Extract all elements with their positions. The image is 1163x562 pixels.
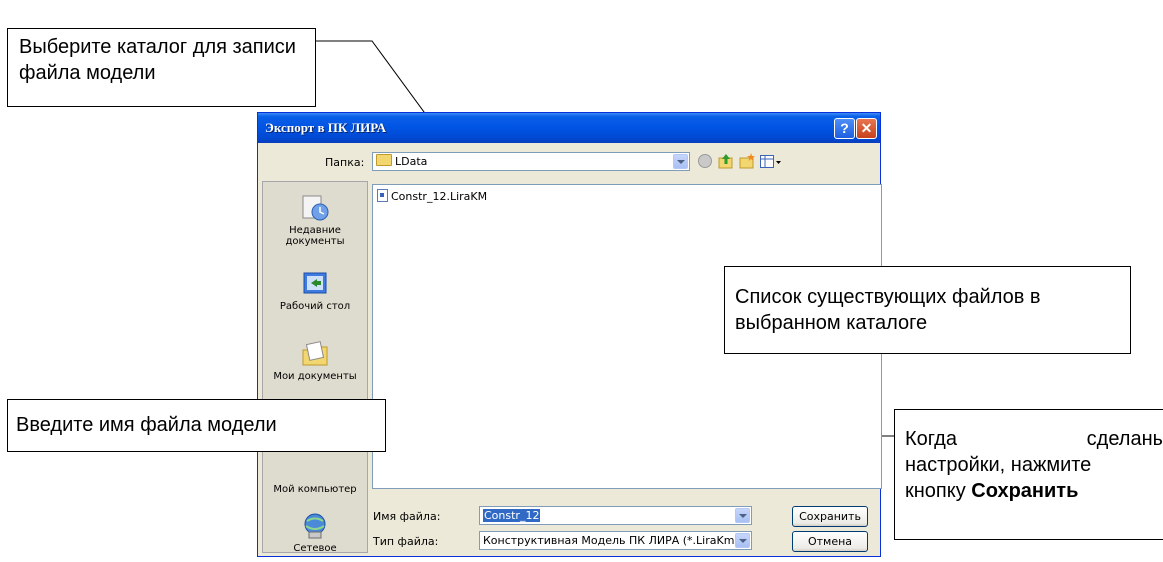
callout-enter-filename-text: Введите имя файла модели bbox=[16, 414, 277, 436]
place-label: Рабочий стол bbox=[279, 301, 351, 312]
up-folder-icon[interactable] bbox=[718, 153, 734, 169]
callout-choose-folder: Выберите каталог для записи файла модели bbox=[7, 28, 316, 107]
cancel-button[interactable]: Отмена bbox=[792, 531, 868, 552]
filename-label: Имя файла: bbox=[373, 510, 441, 523]
place-my-documents[interactable]: Мои документы bbox=[263, 340, 367, 382]
callout-press-save: Когда сделаны настройки, нажмите кнопку С… bbox=[894, 409, 1163, 540]
folder-icon bbox=[376, 154, 392, 166]
file-list-item[interactable]: Constr_12.LiraKM bbox=[377, 189, 487, 203]
callout-choose-folder-text: Выберите каталог для записи файла модели bbox=[19, 36, 296, 84]
place-network[interactable]: Сетевое bbox=[263, 512, 367, 554]
place-recent-documents[interactable]: Недавние документы bbox=[263, 194, 367, 247]
callout-word-when: Когда bbox=[905, 428, 957, 450]
folder-label: Папка: bbox=[325, 156, 365, 169]
back-icon[interactable] bbox=[698, 154, 712, 168]
recent-documents-icon bbox=[300, 194, 330, 222]
file-name: Constr_12.LiraKM bbox=[391, 190, 488, 203]
callout-press-save-bold: Сохранить bbox=[971, 480, 1079, 502]
filetype-label: Тип файла: bbox=[373, 535, 439, 548]
chevron-down-icon[interactable] bbox=[735, 508, 750, 523]
place-label: Недавние документы bbox=[285, 225, 345, 247]
callout-press-save-prefix: кнопку bbox=[905, 480, 972, 502]
filetype-select-value: Конструктивная Модель ПК ЛИРА (*.LiraKm) bbox=[483, 534, 739, 547]
callout-file-list-text: Список существующих файлов в выбранном к… bbox=[735, 286, 1041, 334]
callout-press-save-line3: кнопку Сохранить bbox=[905, 478, 1161, 504]
callout-enter-filename: Введите имя файла модели bbox=[7, 399, 386, 452]
place-desktop[interactable]: Рабочий стол bbox=[263, 270, 367, 312]
chevron-down-icon[interactable] bbox=[735, 533, 750, 548]
help-button[interactable]: ? bbox=[834, 118, 855, 139]
place-label: Мои документы bbox=[273, 371, 357, 382]
callout-press-save-line2: настройки, нажмите bbox=[905, 454, 1092, 476]
place-label: Мой компьютер bbox=[273, 484, 357, 495]
places-bar: Недавние документы Рабочий стол Мои доку… bbox=[262, 181, 368, 554]
network-icon bbox=[300, 512, 330, 540]
file-icon bbox=[377, 189, 388, 202]
filename-input[interactable]: Constr_12 bbox=[479, 506, 752, 525]
folder-select[interactable]: LData bbox=[372, 152, 690, 171]
place-my-computer[interactable]: Мой компьютер bbox=[263, 484, 367, 495]
callout-word-done: сделаны bbox=[1086, 428, 1163, 450]
dialog-title: Экспорт в ПК ЛИРА bbox=[265, 120, 386, 135]
desktop-icon bbox=[300, 270, 330, 298]
close-button[interactable]: ✕ bbox=[856, 118, 877, 139]
callout-press-save-line1: Когда сделаны bbox=[905, 426, 1163, 452]
my-documents-icon bbox=[300, 340, 330, 368]
save-button[interactable]: Сохранить bbox=[792, 506, 868, 527]
chevron-down-icon[interactable] bbox=[673, 154, 688, 169]
title-bar[interactable]: Экспорт в ПК ЛИРА ? ✕ bbox=[258, 113, 880, 143]
filename-input-value: Constr_12 bbox=[483, 509, 541, 522]
view-menu-icon[interactable] bbox=[760, 154, 782, 168]
callout-file-list: Список существующих файлов в выбранном к… bbox=[724, 266, 1131, 354]
new-folder-icon[interactable] bbox=[739, 153, 755, 169]
folder-select-value: LData bbox=[395, 155, 428, 168]
place-label: Сетевое bbox=[293, 543, 337, 554]
filetype-select[interactable]: Конструктивная Модель ПК ЛИРА (*.LiraKm) bbox=[479, 531, 752, 550]
